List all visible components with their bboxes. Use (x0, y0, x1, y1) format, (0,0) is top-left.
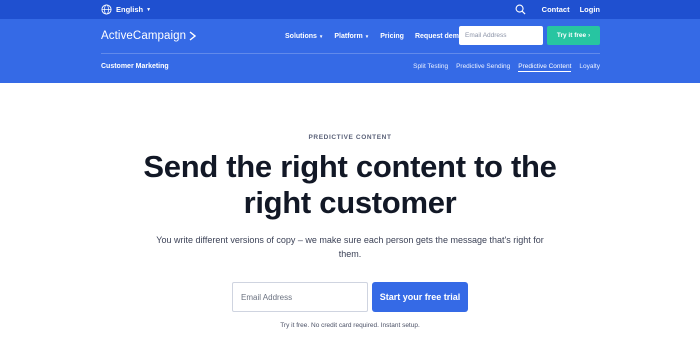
caret-down-icon: ▼ (318, 33, 324, 39)
header-email-input[interactable] (459, 26, 543, 45)
nav-solutions[interactable]: Solutions ▼ (285, 33, 323, 40)
nav-pricing-label: Pricing (380, 32, 404, 40)
logo-text: ActiveCampaign (101, 30, 187, 42)
header-divider (101, 53, 600, 54)
globe-icon (101, 4, 112, 15)
language-selector[interactable]: English ▼ (101, 3, 151, 16)
login-link[interactable]: Login (580, 5, 600, 14)
sub-nav-loyalty[interactable]: Loyalty (579, 63, 600, 72)
hero-email-input[interactable] (232, 282, 368, 312)
hero-footnote: Try it free. No credit card required. In… (280, 322, 420, 329)
hero-subtext-line1: You write different versions of copy – w… (156, 235, 544, 245)
caret-down-icon: ▼ (146, 6, 152, 13)
hero-headline: Send the right content to the right cust… (120, 149, 580, 221)
nav-request-demo[interactable]: Request demo (415, 33, 463, 40)
hero-subtext-line2: them. (338, 249, 362, 259)
arrow-right-icon: › (588, 32, 591, 39)
chevron-right-icon (189, 31, 197, 41)
sub-nav-split-testing[interactable]: Split Testing (413, 63, 448, 72)
try-it-free-label: Try it free (556, 32, 587, 39)
sub-nav-predictive-sending[interactable]: Predictive Sending (456, 63, 510, 72)
logo[interactable]: ActiveCampaign (101, 29, 197, 43)
hero-eyebrow: PREDICTIVE CONTENT (308, 134, 392, 141)
site-header: English ▼ Contact Login ActiveCampaign S… (0, 0, 700, 83)
section-title[interactable]: Customer Marketing (101, 63, 169, 70)
hero-headline-line1: Send the right content to the (143, 149, 557, 184)
hero-headline-line2: right customer (243, 185, 457, 220)
try-it-free-button[interactable]: Try it free › (547, 26, 600, 45)
nav-platform[interactable]: Platform ▼ (334, 33, 369, 40)
hero-subtext: You write different versions of copy – w… (140, 233, 560, 261)
search-icon[interactable] (515, 4, 526, 15)
sub-nav: Split Testing Predictive Sending Predict… (405, 63, 600, 72)
nav-platform-label: Platform (334, 32, 363, 40)
utility-bar: English ▼ Contact Login (0, 0, 700, 19)
start-free-trial-button[interactable]: Start your free trial (372, 282, 468, 312)
nav-request-demo-label: Request demo (414, 32, 464, 40)
caret-down-icon: ▼ (364, 33, 370, 39)
language-label: English (116, 5, 144, 14)
utility-links: Contact Login (515, 3, 600, 16)
nav-pricing[interactable]: Pricing (380, 33, 404, 40)
sub-nav-predictive-content[interactable]: Predictive Content (518, 63, 572, 72)
nav-solutions-label: Solutions (285, 32, 317, 40)
main-nav: Solutions ▼ Platform ▼ Pricing Request d… (285, 29, 474, 43)
contact-link[interactable]: Contact (542, 5, 570, 14)
